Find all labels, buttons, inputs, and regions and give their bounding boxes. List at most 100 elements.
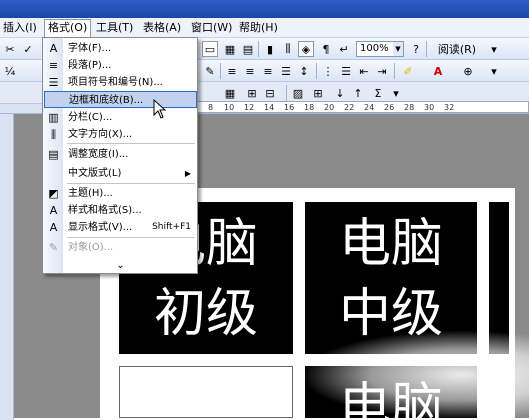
fit-width-icon: ▤ — [48, 148, 59, 161]
mouse-cursor-icon — [153, 99, 167, 119]
menu-item[interactable]: ▤ 调整宽度(I)... — [44, 146, 197, 163]
decrease-indent-icon[interactable]: ⇤ — [356, 63, 372, 79]
insert-excel-icon[interactable]: ▤ — [240, 41, 256, 57]
menu-item-label: 调整宽度(I)... — [68, 149, 129, 160]
title-bar — [0, 0, 529, 18]
menu-table[interactable]: 表格(A) — [140, 20, 184, 36]
text-direction-icon: ⫼ — [50, 128, 57, 141]
menu-window[interactable]: 窗口(W) — [188, 20, 235, 36]
enclose-char-icon[interactable]: ⊕ — [460, 63, 476, 79]
menu-item-label: 样式和格式(S)... — [68, 205, 142, 216]
align-left-icon[interactable]: ≡ — [224, 63, 240, 79]
bullets-icon: ☰ — [48, 76, 59, 89]
align-center-icon[interactable]: ≡ — [242, 63, 258, 79]
style-icon[interactable]: ¼ — [2, 63, 18, 79]
submenu-arrow-icon: ▶ — [184, 169, 191, 178]
menu-item[interactable]: ≡ 段落(P)... — [44, 57, 197, 74]
table-cell-empty[interactable] — [119, 366, 293, 418]
align-right-icon[interactable]: ≡ — [260, 63, 276, 79]
highlight-color-icon[interactable]: ✐ — [400, 63, 416, 79]
line-spacing-icon[interactable]: ↕ — [296, 63, 312, 79]
toolbar-options-icon-2[interactable]: ▾ — [486, 63, 502, 79]
paragraph-icon: ≡ — [48, 59, 59, 72]
ruler-number: 20 — [324, 103, 335, 112]
increase-indent-icon[interactable]: ⇥ — [374, 63, 390, 79]
justify-icon[interactable]: ☰ — [278, 63, 294, 79]
menu-item-label: 对象(O)... — [68, 242, 114, 253]
ruler-number: 24 — [364, 103, 375, 112]
menu-item-label: 中文版式(L) — [68, 168, 122, 179]
menu-format[interactable]: 格式(O) — [44, 19, 92, 38]
paragraph-mark-icon[interactable]: ¶ — [318, 41, 334, 57]
menu-item[interactable]: ⫼ 文字方向(X)... — [44, 126, 197, 143]
menu-item-label: 显示格式(V)... — [68, 222, 133, 233]
menu-item[interactable]: A 字体(F)... — [44, 40, 197, 57]
menu-bar: 插入(I) 格式(O) 工具(T) 表格(A) 窗口(W) 帮助(H) — [0, 18, 529, 38]
expand-chevron-icon: ⌄ — [116, 260, 125, 271]
sum-icon[interactable]: Σ — [370, 85, 386, 101]
menu-item: ✎ 对象(O)... — [44, 239, 197, 256]
document-map-icon[interactable]: ◈ — [298, 41, 314, 57]
menu-item[interactable]: 中文版式(L) ▶ — [44, 165, 197, 182]
object-icon: ✎ — [48, 241, 59, 254]
help-icon[interactable]: ? — [408, 41, 424, 57]
ruler-number: 12 — [244, 103, 255, 112]
menu-item-label: 边框和底纹(B)... — [69, 95, 144, 106]
reading-mode-label: 阅读(R) — [437, 43, 477, 56]
menu-item-label: 段落(P)... — [68, 60, 112, 71]
menu-item[interactable]: A 样式和格式(S)... — [44, 202, 197, 219]
font-icon: A — [49, 42, 58, 55]
vertical-ruler — [0, 114, 14, 420]
menu-item[interactable]: 边框和底纹(B)... — [44, 91, 197, 108]
menu-item-label: 分栏(C)... — [68, 112, 113, 123]
insert-table-icon[interactable]: ▦ — [222, 41, 238, 57]
font-color-icon[interactable]: A — [430, 63, 446, 79]
autoformat-icon[interactable]: ▨ — [290, 85, 306, 101]
menu-separator — [67, 183, 195, 184]
show-hide-icon[interactable]: ⫼ — [280, 41, 296, 57]
menu-item-label: 字体(F)... — [68, 43, 112, 54]
toolbar-options-icon-3[interactable]: ▾ — [388, 85, 404, 101]
zoom-value: 100% — [360, 43, 389, 54]
ruler-number: 26 — [384, 103, 395, 112]
pilcrow-icon[interactable]: ↵ — [336, 41, 352, 57]
highlight-icon[interactable]: ✎ — [202, 63, 218, 79]
reading-mode-button[interactable]: 阅读(R) — [430, 41, 484, 57]
columns-icon: ▥ — [48, 111, 59, 124]
theme-icon: ◩ — [48, 187, 59, 200]
reveal-format-icon: A — [49, 221, 58, 234]
columns-toolbar-icon[interactable]: ▮ — [262, 41, 278, 57]
zoom-combo[interactable]: 100% ▼ — [356, 41, 404, 57]
menu-expand-button[interactable]: ⌄ — [44, 257, 197, 274]
chevron-down-icon[interactable]: ▼ — [393, 42, 403, 56]
ruler-number: 10 — [224, 103, 235, 112]
paste-icon[interactable]: ✂ — [2, 41, 18, 57]
format-menu-dropdown: A 字体(F)... ≡ 段落(P)... ☰ 项目符号和编号(N)... 边框和底纹(B)… — [42, 37, 198, 274]
menu-item[interactable]: ☰ 项目符号和编号(N)... — [44, 74, 197, 91]
distribute-rows-icon[interactable]: ⊞ — [310, 85, 326, 101]
menu-item[interactable]: ▥ 分栏(C)... — [44, 109, 197, 126]
ruler-number: 14 — [264, 103, 275, 112]
menu-help[interactable]: 帮助(H) — [236, 20, 281, 36]
sort-ascending-icon[interactable]: ↓ — [332, 85, 348, 101]
sort-descending-icon[interactable]: ↑ — [350, 85, 366, 101]
menu-insert[interactable]: 插入(I) — [0, 20, 40, 36]
toolbar-options-icon[interactable]: ▾ — [486, 41, 502, 57]
menu-item[interactable]: ◩ 主题(H)... — [44, 185, 197, 202]
ruler-number: 8 — [208, 103, 214, 112]
drawing-icon[interactable]: ▭ — [202, 41, 218, 57]
menu-item-label: 文字方向(X)... — [68, 129, 133, 140]
split-cells-icon[interactable]: ⊟ — [262, 85, 278, 101]
spellcheck-icon[interactable]: ✓ — [20, 41, 36, 57]
ruler-number: 32 — [444, 103, 455, 112]
table-grid-icon[interactable]: ▦ — [222, 85, 238, 101]
cell-line-2: 初级 — [153, 284, 258, 344]
merge-cells-icon[interactable]: ⊞ — [244, 85, 260, 101]
menu-separator — [67, 143, 195, 144]
menu-item[interactable]: A 显示格式(V)... Shift+F1 — [44, 219, 197, 236]
menu-tools[interactable]: 工具(T) — [93, 20, 136, 36]
bullets-toolbar-icon[interactable]: ☰ — [338, 63, 354, 79]
menu-item-label: 项目符号和编号(N)... — [68, 77, 163, 88]
cell-line-1: 电脑 — [338, 214, 443, 274]
numbering-icon[interactable]: ⋮ — [320, 63, 336, 79]
